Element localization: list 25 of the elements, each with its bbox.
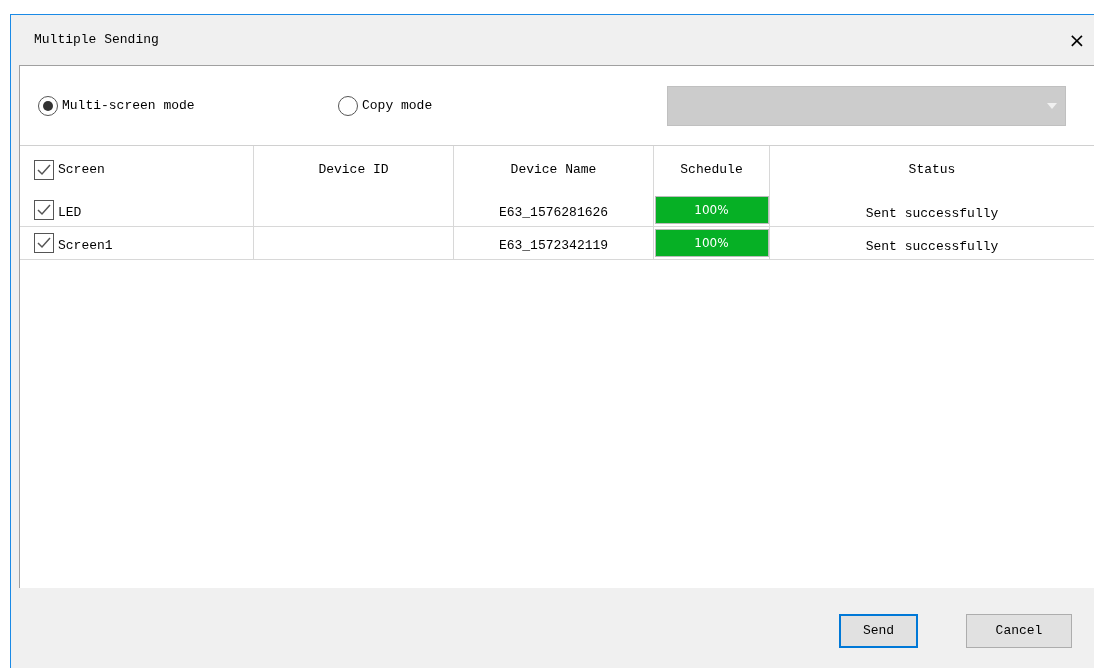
radio-button[interactable] [38,95,58,116]
table-cell-text: E63_1576281626 [498,204,609,223]
cancel-button[interactable]: Cancel [966,614,1072,648]
checkbox[interactable] [34,233,54,253]
radio-button[interactable] [338,95,358,116]
close-button[interactable]: × [1066,29,1088,51]
send-button[interactable]: Send [839,614,918,648]
window-title: Multiple Sending [34,31,159,50]
progress-label: 100% [693,202,730,219]
table-cell-text: E63_1572342119 [498,237,609,256]
column-header: Device ID [318,161,389,180]
table-cell-text: Sent successfully [865,238,999,257]
table-cell-text: Screen1 [58,237,113,256]
column-header: Schedule [680,161,743,180]
radio-label[interactable]: Copy mode [362,95,433,116]
table-cell-text: Sent successfully [865,205,999,224]
table-cell-text: LED [58,204,82,223]
checkbox[interactable] [34,160,54,180]
column-header: Status [908,161,956,180]
column-header: Device Name [510,161,597,180]
radio-label[interactable]: Multi-screen mode [62,95,195,116]
column-header: Screen [58,161,105,180]
checkbox[interactable] [34,200,54,220]
dropdown-arrow-icon [1047,102,1057,109]
progress-label: 100% [693,235,730,252]
